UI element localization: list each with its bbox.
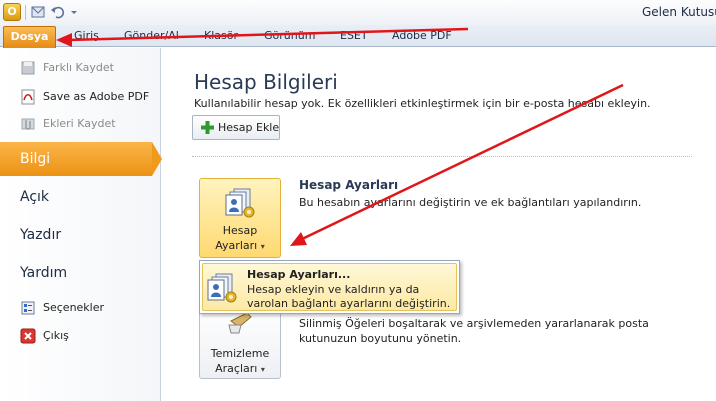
nav-print[interactable]: Yazdır: [0, 218, 161, 252]
title-bar: O Gelen Kutusu: [0, 0, 716, 25]
qat-dropdown-icon[interactable]: [66, 4, 82, 20]
add-account-button[interactable]: Hesap Ekle: [192, 115, 280, 140]
account-settings-label: Ayarları: [215, 239, 258, 252]
caret-down-icon: ▾: [260, 365, 265, 374]
qat-separator: [25, 5, 26, 20]
tab-home[interactable]: Giriş: [74, 29, 99, 42]
window-title: Gelen Kutusu: [642, 5, 716, 19]
save-attachments-icon: [20, 116, 36, 132]
caret-down-icon: ▾: [260, 242, 265, 251]
save-as-command[interactable]: Farklı Kaydet: [0, 57, 161, 79]
page-title: Hesap Bilgileri: [194, 70, 338, 94]
exit-icon: [20, 328, 36, 344]
send-receive-icon[interactable]: [30, 4, 46, 20]
tab-eset[interactable]: ESET: [340, 29, 368, 42]
tab-adobe-pdf[interactable]: Adobe PDF: [392, 29, 452, 42]
cleanup-tools-label: Araçları: [215, 362, 258, 375]
account-info-pane: Hesap Bilgileri Kullanılabilir hesap yok…: [162, 48, 716, 401]
account-settings-button[interactable]: Hesap Ayarları ▾: [199, 178, 281, 258]
cleanup-tools-icon: [225, 311, 257, 343]
adobe-pdf-icon: [20, 89, 36, 105]
exit-command[interactable]: Çıkış: [0, 325, 161, 347]
menu-item-title: Hesap Ayarları...: [247, 268, 351, 281]
tab-folder[interactable]: Klasör: [204, 29, 238, 42]
cleanup-tools-button[interactable]: Temizleme Araçları ▾: [199, 306, 281, 379]
undo-icon[interactable]: [50, 4, 66, 20]
options-icon: [20, 300, 36, 316]
section-divider: [192, 156, 692, 157]
save-attachments-command[interactable]: Ekleri Kaydet: [0, 113, 161, 135]
account-settings-menu-item[interactable]: Hesap Ayarları... Hesap ekleyin ve kaldı…: [202, 263, 457, 311]
save-as-adobe-pdf-command[interactable]: Save as Adobe PDF: [0, 86, 161, 108]
no-account-message: Kullanılabilir hesap yok. Ek özellikleri…: [194, 97, 651, 110]
account-settings-title: Hesap Ayarları: [299, 178, 399, 192]
nav-info[interactable]: Bilgi: [0, 142, 162, 176]
cleanup-description: Silinmiş Öğeleri boşaltarak ve arşivleme…: [299, 317, 649, 345]
account-settings-description: Bu hesabın ayarlarını değiştirin ve ek b…: [299, 196, 642, 209]
account-settings-icon: [225, 187, 257, 219]
tab-file[interactable]: Dosya: [3, 26, 56, 48]
menu-item-description: Hesap ekleyin ve kaldırın ya da varolan …: [247, 283, 451, 310]
backstage-nav: Farklı Kaydet Save as Adobe PDF Ekleri K…: [0, 48, 162, 401]
account-settings-dropdown: Hesap Ayarları... Hesap ekleyin ve kaldı…: [199, 260, 460, 314]
options-command[interactable]: Seçenekler: [0, 297, 161, 319]
tab-send-receive[interactable]: Gönder/Al: [124, 29, 179, 42]
nav-help[interactable]: Yardım: [0, 256, 161, 290]
nav-open[interactable]: Açık: [0, 180, 161, 214]
green-plus-icon: [201, 121, 214, 134]
outlook-app-icon[interactable]: O: [3, 3, 21, 21]
account-settings-icon: [207, 272, 239, 304]
ribbon-tabs: Dosya Giriş Gönder/Al Klasör Görünüm ESE…: [0, 25, 716, 48]
tab-view[interactable]: Görünüm: [264, 29, 315, 42]
save-as-icon: [20, 60, 36, 76]
